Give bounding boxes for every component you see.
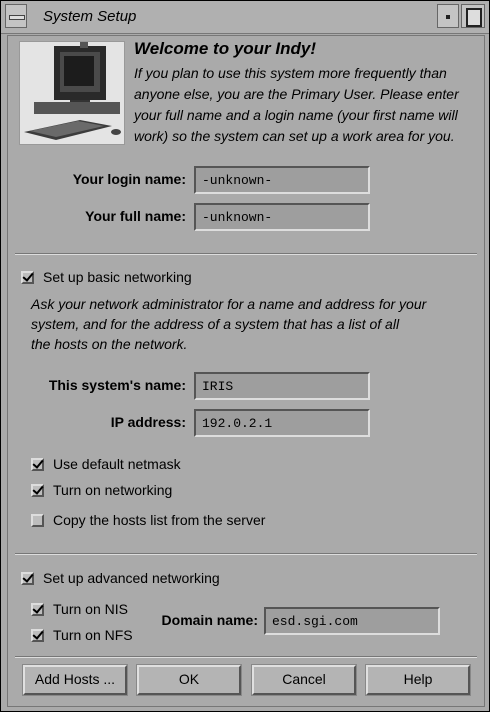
advanced-networking-label: Set up advanced networking [43, 570, 220, 586]
system-name-label: This system's name: [48, 377, 186, 393]
separator [15, 253, 477, 255]
checkbox-unchecked-icon [31, 513, 44, 527]
welcome-text: If you plan to use this system more freq… [134, 63, 479, 147]
basic-networking-label: Set up basic networking [43, 269, 192, 285]
default-netmask-checkbox[interactable]: Use default netmask [31, 456, 181, 472]
ip-address-field[interactable]: 192.0.2.1 [194, 409, 370, 437]
domain-name-label: Domain name: [161, 612, 258, 628]
system-name-field[interactable]: IRIS [194, 372, 370, 400]
nis-checkbox[interactable]: Turn on NIS [31, 601, 128, 617]
login-name-label: Your login name: [72, 171, 186, 187]
nfs-label: Turn on NFS [53, 627, 133, 643]
cancel-button[interactable]: Cancel [251, 664, 357, 696]
maximize-icon[interactable] [461, 4, 485, 28]
minimize-icon[interactable] [437, 4, 459, 28]
ip-address-label: IP address: [110, 414, 186, 430]
indy-computer-image [19, 41, 125, 145]
turn-on-networking-label: Turn on networking [53, 482, 173, 498]
default-netmask-label: Use default netmask [53, 456, 181, 472]
window-menu-icon[interactable] [5, 4, 27, 28]
welcome-line: If you plan to use this system more freq… [134, 65, 447, 81]
welcome-title: Welcome to your Indy! [134, 39, 316, 58]
networking-help-text: Ask your network administrator for a nam… [31, 294, 461, 354]
help-line: Ask your network administrator for a nam… [31, 296, 427, 312]
window-title: System Setup [43, 8, 137, 25]
ok-button[interactable]: OK [136, 664, 242, 696]
welcome-line: anyone else, you are the Primary User. P… [134, 86, 459, 102]
title-bar[interactable]: System Setup [1, 1, 489, 34]
domain-name-field[interactable]: esd.sgi.com [264, 607, 440, 635]
separator [15, 553, 477, 555]
login-name-field[interactable]: -unknown- [194, 166, 370, 194]
help-button[interactable]: Help [365, 664, 471, 696]
copy-hosts-label: Copy the hosts list from the server [53, 512, 266, 528]
checkbox-checked-icon [21, 270, 34, 284]
checkbox-checked-icon [31, 483, 44, 497]
checkbox-checked-icon [31, 457, 44, 471]
checkbox-checked-icon [31, 602, 44, 616]
checkbox-checked-icon [31, 628, 44, 642]
nis-label: Turn on NIS [53, 601, 128, 617]
basic-networking-checkbox[interactable]: Set up basic networking [21, 269, 192, 285]
checkbox-checked-icon [21, 571, 34, 585]
help-line: the hosts on the network. [31, 336, 188, 352]
help-line: system, and for the address of a system … [31, 316, 400, 332]
system-setup-window: System Setup Welcome to your Indy! If yo… [0, 0, 490, 712]
full-name-field[interactable]: -unknown- [194, 203, 370, 231]
separator [15, 656, 477, 658]
nfs-checkbox[interactable]: Turn on NFS [31, 627, 133, 643]
copy-hosts-checkbox[interactable]: Copy the hosts list from the server [31, 512, 265, 528]
welcome-line: your full name and a login name (your fi… [134, 107, 458, 123]
add-hosts-button[interactable]: Add Hosts ... [22, 664, 128, 696]
full-name-label: Your full name: [85, 208, 186, 224]
turn-on-networking-checkbox[interactable]: Turn on networking [31, 482, 172, 498]
welcome-line: work) so the system can set up a work ar… [134, 128, 455, 144]
advanced-networking-checkbox[interactable]: Set up advanced networking [21, 570, 220, 586]
